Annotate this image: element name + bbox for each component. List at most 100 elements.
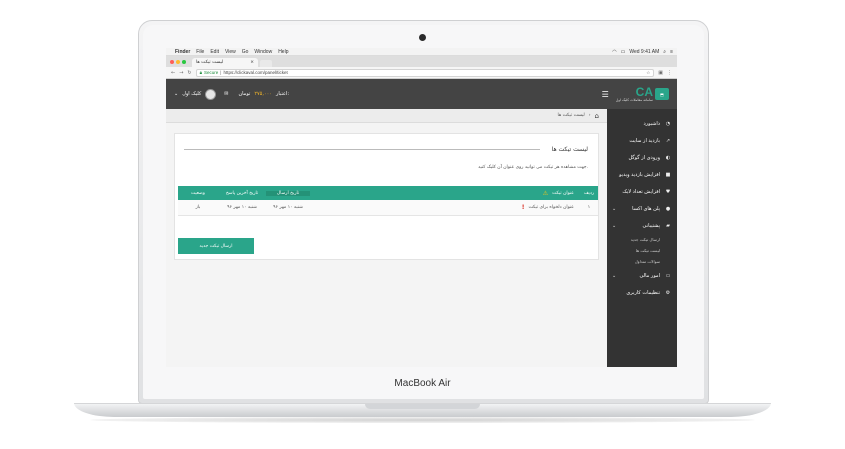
user-icon: ● [665, 205, 671, 212]
google-icon: ◐ [665, 154, 671, 161]
menu-view[interactable]: View [225, 49, 236, 55]
heart-icon: ♥ [665, 188, 671, 195]
sidebar-item-support[interactable]: ⌄ پشتیبانی ▰ [607, 217, 677, 234]
sidebar-item-google[interactable]: ورودی از گوگل ◐ [607, 149, 677, 166]
back-icon[interactable]: ← [171, 70, 175, 76]
table-row[interactable]: ۱ ! عنوان دلخواه برای تیکت شنبه ۱۰ مهر ۹… [178, 200, 598, 216]
minimize-window-icon[interactable] [176, 59, 180, 64]
chevron-down-icon: ⌄ [612, 222, 617, 229]
sidebar-item-finance[interactable]: ⌄ امور مالی ▭ [607, 267, 677, 284]
sidebar-item-dashboard[interactable]: داشبورد ◔ [607, 115, 677, 132]
device-brand: MacBook Air [394, 378, 451, 389]
browser-toolbar: ← → ↻ 🔒︎ Secure | https://clickaval.com/… [166, 67, 677, 79]
mac-menubar: Finder File Edit View Go Window Help ◠ ▭… [166, 48, 677, 56]
menu-file[interactable]: File [196, 49, 204, 55]
breadcrumb-current: لیست تیکت ها [557, 113, 585, 118]
address-bar[interactable]: 🔒︎ Secure | https://clickaval.com/panel/… [195, 68, 655, 77]
battery-icon[interactable]: ▭ [621, 49, 626, 55]
url-text: https://clickaval.com/panel/ticket [223, 70, 288, 75]
avatar[interactable] [205, 88, 217, 100]
header-title-cell: ⚠ عنوان تیکت [310, 190, 580, 197]
sidebar-item-site-visits[interactable]: بازدید از سایت ↗ [607, 132, 677, 149]
sidebar-item-label: امور مالی [639, 272, 660, 279]
logo[interactable]: CA سامانه معاملات کلیک اول ⬒ [615, 84, 669, 102]
main-content: لیست تیکت ها › ⌂ لیست تیکت ها جهت مشاهده… [166, 109, 607, 367]
window-controls [170, 56, 186, 67]
header-send-date: تاریخ ارسال [266, 190, 310, 196]
card-description: جهت مشاهده هر تیکت می توانید روی عنوان آ… [478, 165, 588, 170]
url-separator: | [220, 70, 222, 75]
balance-amount: ۲۷۵,۰۰۰ [254, 91, 273, 97]
bookmark-star-icon[interactable]: ☆ [646, 70, 650, 76]
new-ticket-button[interactable]: ارسال تیکت جدید [178, 238, 254, 254]
table-header: ردیف ⚠ عنوان تیکت تاریخ ارسال تاریخ آخری… [178, 186, 598, 200]
lock-icon: 🔒︎ [199, 70, 203, 75]
chat-icon: ▰ [666, 222, 670, 229]
row-title-cell: ! عنوان دلخواه برای تیکت [310, 204, 580, 211]
row-idx: ۱ [587, 205, 591, 210]
menu-window[interactable]: Window [254, 49, 272, 55]
close-window-icon[interactable] [170, 59, 174, 64]
menu-go[interactable]: Go [242, 49, 249, 55]
browser-tabbar: لیست تیکت ها × [166, 56, 677, 67]
chevron-down-icon: ⌄ [612, 205, 617, 212]
header-title: عنوان تیکت [552, 190, 574, 196]
menu-help[interactable]: Help [278, 49, 288, 55]
sidebar-item-label: تنظیمات کاربری [626, 289, 660, 296]
browser-menu-icon[interactable]: ⋮ [667, 70, 672, 76]
maximize-window-icon[interactable] [182, 59, 186, 64]
breadcrumb-separator-icon: › [588, 113, 591, 118]
laptop-shadow [90, 417, 755, 423]
user-menu-chevron-icon[interactable]: ⌄ [174, 91, 178, 97]
sidebar-item-label: بازدید از سایت [629, 137, 660, 144]
home-icon[interactable]: ⌂ [595, 112, 599, 120]
logo-mark-icon: ⬒ [655, 88, 669, 100]
ticket-list-card: لیست تیکت ها جهت مشاهده هر تیکت می توانی… [174, 133, 599, 260]
sidebar-item-video[interactable]: افزایش بازدید ویدیو ■ [607, 166, 677, 183]
logo-text: CA سامانه معاملات کلیک اول [615, 84, 653, 102]
sidebar-item-plans[interactable]: ⌄ پلن های اکسا ● [607, 200, 677, 217]
sidebar: داشبورد ◔ بازدید از سایت ↗ ورودی از گوگل… [607, 109, 677, 367]
chevron-down-icon: ⌄ [612, 272, 617, 279]
breadcrumb: لیست تیکت ها › ⌂ [166, 109, 607, 123]
user-name[interactable]: کلیک اول [182, 91, 201, 97]
reload-icon[interactable]: ↻ [187, 70, 191, 76]
sidebar-item-label: ورودی از گوگل [628, 154, 661, 161]
sidebar-sub-ticket-list[interactable]: لیست تیکت ها [607, 245, 677, 256]
logo-ca: CA [635, 84, 653, 99]
extension-icon[interactable]: ▣ [658, 70, 663, 76]
sidebar-item-settings[interactable]: تنظیمات کاربری ⚙ [607, 284, 677, 301]
dashboard-icon: ◔ [665, 120, 671, 127]
logo-subtitle: سامانه معاملات کلیک اول [615, 97, 653, 102]
app-header: ⌄ کلیک اول ✉ تومان ۲۷۵,۰۰۰ اعتبار: ☰ CA … [166, 79, 677, 109]
header-idx: ردیف [583, 190, 595, 196]
laptop-base-notch [365, 404, 480, 409]
sidebar-item-likes[interactable]: افزایش تعداد لایک ♥ [607, 183, 677, 200]
chart-icon: ↗ [665, 137, 671, 144]
warning-icon: ⚠ [542, 189, 549, 197]
tab-title: لیست تیکت ها [196, 60, 224, 65]
new-tab-button[interactable] [260, 60, 272, 67]
sidebar-sub-faq[interactable]: سوالات متداول [607, 256, 677, 267]
card-icon: ▭ [665, 272, 671, 279]
tab-close-icon[interactable]: × [250, 60, 254, 65]
row-status: باز [195, 205, 201, 210]
tickets-table: ردیف ⚠ عنوان تیکت تاریخ ارسال تاریخ آخری… [178, 186, 598, 216]
wifi-icon[interactable]: ◠ [612, 49, 616, 55]
menu-clock[interactable]: Wed 9:41 AM [629, 49, 659, 55]
search-icon[interactable]: ⌕ [663, 49, 666, 55]
menu-finder[interactable]: Finder [175, 49, 190, 55]
sidebar-item-label: افزایش تعداد لایک [622, 188, 660, 195]
ticket-title-link[interactable]: عنوان دلخواه برای تیکت [529, 205, 574, 210]
video-icon: ■ [665, 171, 671, 178]
exclamation-icon: ! [521, 204, 525, 211]
forward-icon[interactable]: → [179, 70, 183, 76]
header-last-reply: تاریخ آخرین پاسخ [218, 190, 266, 196]
settings-icon: ⚙ [665, 289, 671, 296]
menu-edit[interactable]: Edit [210, 49, 219, 55]
hamburger-menu-icon[interactable]: ☰ [602, 90, 609, 99]
mail-icon[interactable]: ✉ [224, 91, 228, 97]
browser-tab[interactable]: لیست تیکت ها × [192, 58, 258, 67]
menu-list-icon[interactable]: ≡ [670, 49, 673, 55]
sidebar-sub-new-ticket[interactable]: ارسال تیکت جدید [607, 234, 677, 245]
